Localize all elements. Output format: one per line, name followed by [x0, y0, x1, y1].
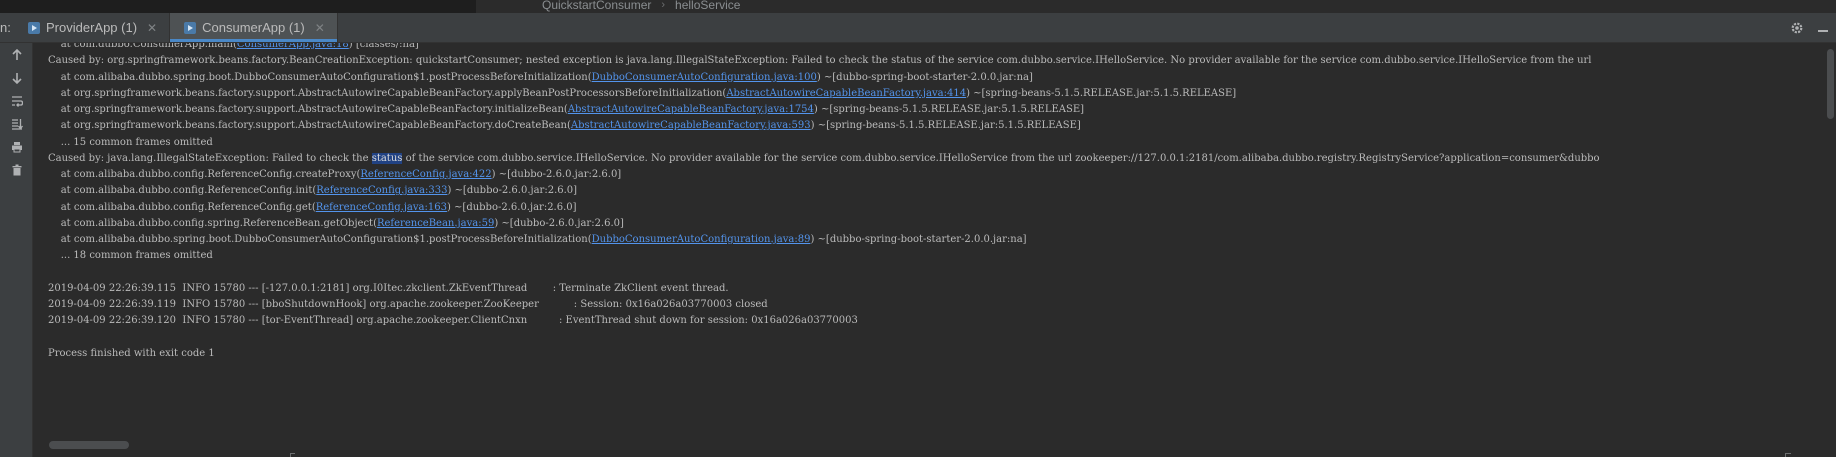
down-arrow-icon[interactable] — [0, 67, 33, 89]
console-line: 2019-04-09 22:26:39.119 INFO 15780 --- [… — [48, 297, 768, 313]
console-text: Caused by: java.lang.IllegalStateExcepti… — [48, 152, 372, 164]
console-text: at com.alibaba.dubbo.config.ReferenceCon… — [48, 201, 316, 213]
close-icon[interactable]: ✕ — [147, 21, 157, 35]
console-toolbar — [0, 43, 33, 457]
project-panel-edge — [0, 0, 476, 13]
run-config-icon — [28, 21, 40, 34]
console-text: ) [classes/:na] — [348, 43, 419, 50]
stack-trace-link[interactable]: AbstractAutowireCapableBeanFactory.java:… — [568, 104, 814, 115]
console-text: ) ~[spring-beans-5.1.5.RELEASE.jar:5.1.5… — [966, 87, 1237, 99]
run-config-icon — [184, 21, 197, 34]
tab-bar-spacer — [338, 13, 1784, 42]
breadcrumb-item-class[interactable]: QuickstartConsumer — [542, 0, 651, 12]
tab-provider-app[interactable]: ProviderApp (1) ✕ — [14, 13, 171, 42]
console-text: ) ~[dubbo-2.6.0.jar:2.6.0] — [447, 185, 578, 197]
console-line: at org.springframework.beans.factory.sup… — [48, 118, 1081, 134]
vertical-scrollbar[interactable] — [1825, 43, 1836, 457]
stack-trace-link[interactable]: AbstractAutowireCapableBeanFactory.java:… — [726, 88, 966, 99]
scroll-to-end-icon[interactable] — [0, 113, 33, 135]
console-text: ) ~[dubbo-2.6.0.jar:2.6.0] — [446, 201, 577, 213]
console-line: at com.alibaba.dubbo.spring.boot.DubboCo… — [48, 232, 1027, 248]
fold-marker — [290, 453, 295, 457]
console-text: ) ~[dubbo-2.6.0.jar:2.6.0] — [491, 169, 622, 180]
console-text: ... 18 common frames omitted — [48, 250, 213, 262]
console-text: of the service com.dubbo.service.IHelloS… — [402, 152, 1600, 164]
console-line: 2019-04-09 22:26:39.115 INFO 15780 --- [… — [48, 281, 729, 297]
vertical-scrollbar-thumb[interactable] — [1827, 49, 1834, 119]
trash-icon[interactable] — [0, 159, 33, 181]
console-text: Caused by: org.springframework.beans.fac… — [48, 55, 1592, 67]
console-text: ... 15 common frames omitted — [48, 136, 213, 148]
console-line: ... 18 common frames omitted — [48, 248, 213, 264]
gear-icon[interactable] — [1784, 13, 1810, 42]
console-text: 2019-04-09 22:26:39.115 INFO 15780 --- [… — [48, 282, 729, 294]
console-line: at com.alibaba.dubbo.config.ReferenceCon… — [48, 167, 622, 183]
run-tool-window-header: n: ProviderApp (1) ✕ ConsumerApp (1) ✕ — [0, 13, 1836, 43]
console-line: at com.alibaba.dubbo.config.spring.Refer… — [48, 216, 624, 232]
print-icon[interactable] — [0, 136, 33, 158]
stack-trace-link[interactable]: ReferenceConfig.java:422 — [360, 169, 491, 180]
stack-trace-link[interactable]: ReferenceConfig.java:163 — [316, 202, 447, 213]
stack-trace-link[interactable]: ReferenceBean.java:59 — [377, 218, 494, 229]
run-window-label: n: — [0, 20, 11, 35]
fold-marker — [1785, 453, 1791, 457]
console-line: 2019-04-09 22:26:39.120 INFO 15780 --- [… — [48, 313, 858, 329]
console-line: at com.alibaba.dubbo.config.ReferenceCon… — [48, 200, 577, 216]
horizontal-scrollbar-thumb[interactable] — [49, 441, 129, 449]
console-line: at org.springframework.beans.factory.sup… — [48, 86, 1237, 102]
stack-trace-link[interactable]: AbstractAutowireCapableBeanFactory.java:… — [571, 120, 811, 131]
breadcrumb: QuickstartConsumer › helloService — [542, 0, 740, 13]
stack-trace-link[interactable]: DubboConsumerAutoConfiguration.java:89 — [592, 234, 811, 245]
console-text: at com.alibaba.dubbo.config.ReferenceCon… — [48, 185, 317, 197]
console-text: ) ~[spring-beans-5.1.5.RELEASE.jar:5.1.5… — [813, 104, 1085, 115]
stack-trace-link[interactable]: ReferenceConfig.java:333 — [316, 185, 447, 196]
console-text: at org.springframework.beans.factory.sup… — [48, 120, 571, 132]
tab-label: ProviderApp (1) — [46, 20, 138, 35]
console-text: Process finished with exit code 1 — [48, 347, 215, 359]
console-text: ) ~[dubbo-spring-boot-starter-2.0.0.jar:… — [816, 71, 1033, 83]
console-output[interactable]: at com.dubbo.ConsumerApp.main(ConsumerAp… — [33, 43, 1836, 457]
console-line: ... 15 common frames omitted — [48, 135, 213, 151]
console-text: at org.springframework.beans.factory.sup… — [48, 104, 568, 115]
console-line: Caused by: java.lang.IllegalStateExcepti… — [48, 151, 1600, 167]
console-text: 2019-04-09 22:26:39.120 INFO 15780 --- [… — [48, 315, 858, 327]
console-line: Process finished with exit code 1 — [48, 346, 215, 362]
console-text: 2019-04-09 22:26:39.119 INFO 15780 --- [… — [48, 299, 768, 310]
console-line: at org.springframework.beans.factory.sup… — [48, 102, 1084, 118]
editor-breadcrumb-strip: QuickstartConsumer › helloService — [0, 0, 1836, 13]
console-line: Caused by: org.springframework.beans.fac… — [48, 53, 1592, 69]
console-text: ) ~[dubbo-spring-boot-starter-2.0.0.jar:… — [810, 234, 1027, 245]
stack-trace-link[interactable]: DubboConsumerAutoConfiguration.java:100 — [592, 72, 817, 83]
console-line: at com.dubbo.ConsumerApp.main(ConsumerAp… — [48, 43, 419, 53]
console-text: ) ~[dubbo-2.6.0.jar:2.6.0] — [494, 217, 624, 229]
console-text: at com.alibaba.dubbo.config.ReferenceCon… — [48, 169, 361, 180]
stack-trace-link[interactable]: ConsumerApp.java:18 — [237, 43, 349, 50]
soft-wrap-icon[interactable] — [0, 90, 33, 112]
close-icon[interactable]: ✕ — [315, 21, 325, 35]
tab-consumer-app[interactable]: ConsumerApp (1) ✕ — [170, 13, 338, 42]
console-text: at com.alibaba.dubbo.spring.boot.DubboCo… — [48, 71, 592, 83]
minimize-icon[interactable] — [1810, 13, 1836, 42]
console-line: at com.alibaba.dubbo.spring.boot.DubboCo… — [48, 70, 1033, 86]
console-text: at org.springframework.beans.factory.sup… — [48, 87, 727, 99]
console-text: ) ~[spring-beans-5.1.5.RELEASE.jar:5.1.5… — [810, 120, 1081, 132]
tab-label: ConsumerApp (1) — [202, 20, 305, 35]
console-text: at com.alibaba.dubbo.spring.boot.DubboCo… — [48, 234, 592, 245]
breadcrumb-item-method[interactable]: helloService — [675, 0, 740, 12]
console-line: at com.alibaba.dubbo.config.ReferenceCon… — [48, 183, 577, 199]
selected-text: status — [371, 152, 403, 164]
up-arrow-icon[interactable] — [0, 44, 33, 66]
console-text: at com.alibaba.dubbo.config.spring.Refer… — [48, 217, 377, 229]
console-text: at com.dubbo.ConsumerApp.main( — [48, 43, 237, 50]
breadcrumb-separator: › — [661, 0, 666, 11]
